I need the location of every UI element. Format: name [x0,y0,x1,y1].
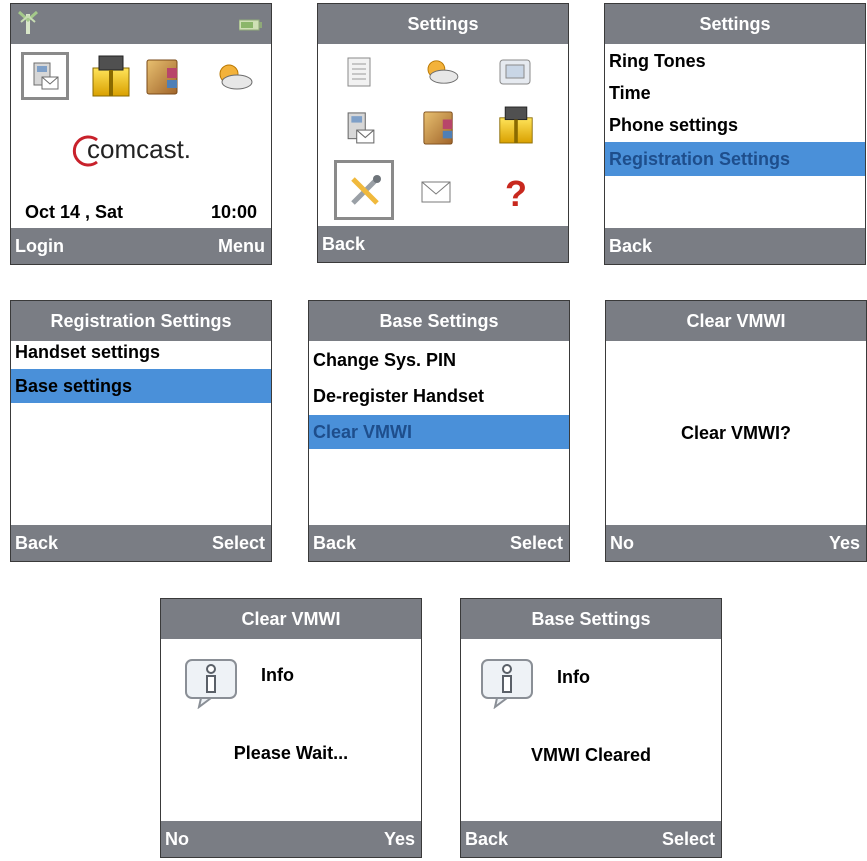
confirm-question: Clear VMWI? [680,423,791,443]
menu-item-phone-settings[interactable]: Phone settings [605,108,865,142]
info-label: Info [557,667,590,687]
softkey-no[interactable]: No [165,821,189,857]
phone-screen-registration-settings: Registration Settings Handset settings B… [10,300,272,562]
notebook-icon[interactable] [145,58,181,96]
softkey-select[interactable]: Select [510,525,563,561]
softkey-bar: No Yes [161,821,421,857]
softkey-bar: Back Select [309,525,569,561]
idle-time: 10:00 [210,202,257,222]
softkey-yes[interactable]: Yes [829,525,860,561]
screen-title: Settings [318,4,568,44]
status-message: VMWI Cleared [530,745,652,765]
envelope-icon[interactable] [420,180,452,204]
media-card-icon[interactable] [498,58,532,86]
weather-cloud-icon[interactable] [422,58,462,86]
softkey-login[interactable]: Login [15,228,64,264]
phone-screen-idle: comcast. Oct 14 , Sat 10:00 Login Menu [10,3,272,265]
phone-screen-vmwi-cleared: Base Settings Info VMWI Cleared Back Sel… [460,598,722,858]
softkey-menu[interactable]: Menu [218,228,265,264]
screen-title: Base Settings [461,599,721,639]
weather-cloud-icon[interactable] [215,62,255,92]
handset-card-icon[interactable] [346,110,376,148]
info-icon [481,659,533,709]
phone-screen-please-wait: Clear VMWI Info Please Wait... No Yes [160,598,422,858]
softkey-back[interactable]: Back [609,228,652,264]
handset-card-icon [33,62,59,90]
menu-item-handset-settings[interactable]: Handset settings [11,335,271,369]
softkey-bar: Back Select [461,821,721,857]
softkey-bar: Login Menu [11,228,271,264]
menu-item-ring-tones[interactable]: Ring Tones [605,44,865,78]
notebook-icon[interactable] [422,110,456,146]
intercom-icon[interactable] [91,54,131,98]
softkey-back[interactable]: Back [15,525,58,561]
phone-screen-clear-vmwi-confirm: Clear VMWI Clear VMWI? No Yes [605,300,867,562]
menu-item-clear-vmwi[interactable]: Clear VMWI [309,415,569,449]
screen-title: Clear VMWI [161,599,421,639]
settings-tools-selected[interactable] [334,160,394,220]
softkey-back[interactable]: Back [322,226,365,262]
logo-text: comcast. [87,134,192,164]
softkey-bar: Back [605,228,865,264]
softkey-yes[interactable]: Yes [384,821,415,857]
screen-title: Base Settings [309,301,569,341]
screen-title: Settings [605,4,865,44]
softkey-no[interactable]: No [610,525,634,561]
comcast-logo: comcast. [69,132,219,172]
softkey-select[interactable]: Select [662,821,715,857]
screen-title: Clear VMWI [606,301,866,341]
idle-date: Oct 14 , Sat [25,202,124,222]
phone-screen-settings-list: Settings Ring Tones Time Phone settings … [604,3,866,265]
call-log-icon[interactable] [344,56,374,88]
intercom-icon[interactable] [498,104,534,146]
battery-icon [239,19,262,31]
signal-antenna-icon [18,10,38,34]
help-question-icon[interactable]: ? [502,174,530,214]
shortcut-phonebook-selected[interactable] [21,52,69,100]
tools-icon [351,175,381,205]
phone-screen-menu-grid: Settings ? Back [317,3,569,263]
menu-item-base-settings[interactable]: Base settings [11,369,271,403]
menu-item-time[interactable]: Time [605,76,865,110]
menu-item-deregister-handset[interactable]: De-register Handset [309,379,569,413]
phone-screen-base-settings: Base Settings Change Sys. PIN De-registe… [308,300,570,562]
softkey-bar: No Yes [606,525,866,561]
info-label: Info [261,665,294,685]
softkey-bar: Back [318,226,568,262]
svg-text:?: ? [505,174,527,214]
status-bar [11,4,271,44]
status-message: Please Wait... [233,743,349,763]
menu-item-registration-settings[interactable]: Registration Settings [605,142,865,176]
softkey-back[interactable]: Back [465,821,508,857]
menu-item-change-sys-pin[interactable]: Change Sys. PIN [309,343,569,377]
softkey-back[interactable]: Back [313,525,356,561]
softkey-bar: Back Select [11,525,271,561]
softkey-select[interactable]: Select [212,525,265,561]
info-icon [185,659,237,709]
